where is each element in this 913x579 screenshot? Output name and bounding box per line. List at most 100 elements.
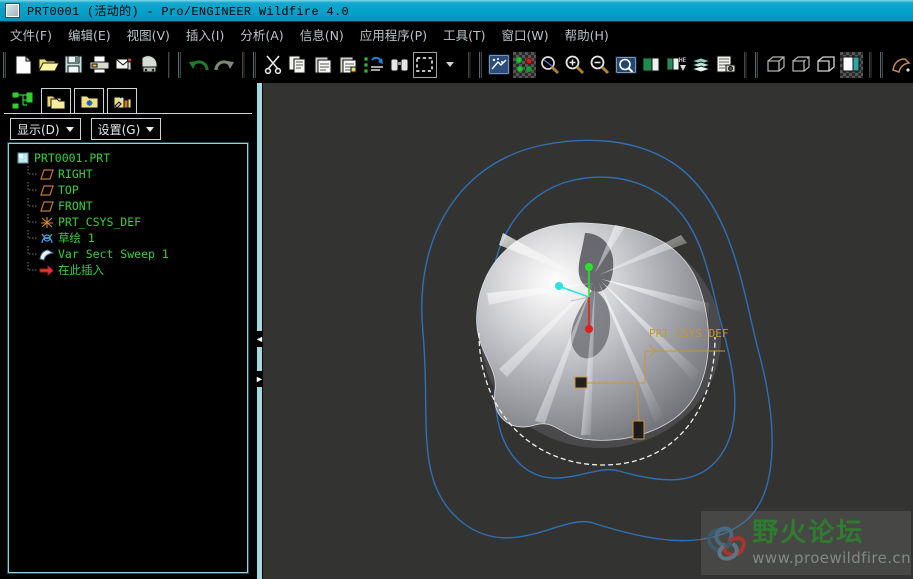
toolbar-separator-2 (241, 51, 245, 78)
datum-plane-icon (39, 199, 54, 213)
tree-item-part[interactable]: PRT0001.PRT (15, 150, 243, 166)
csys-text-label: PRT_CSYS_DEF (649, 327, 729, 340)
tree-item-right[interactable]: RIGHT (15, 166, 243, 182)
model-graphics (421, 139, 773, 542)
model-tree-panel[interactable]: PRT0001.PRT RIGHT TOP FRONT PRT_CSYS_DEF… (8, 143, 248, 573)
tree-label: PRT_CSYS_DEF (58, 215, 142, 229)
tree-item-front[interactable]: FRONT (15, 198, 243, 214)
appearance-button[interactable] (715, 52, 738, 78)
chevron-down-icon (446, 62, 455, 67)
spin-center-button[interactable] (538, 52, 561, 78)
main-toolbar: HE (0, 46, 913, 83)
window-title: PRT0001 (活动的) - Pro/ENGINEER Wildfire 4.… (27, 5, 349, 19)
cut-button[interactable] (261, 52, 284, 78)
menu-analysis[interactable]: 分析(A) (240, 25, 283, 44)
splitter-bar-bottom[interactable] (257, 387, 262, 579)
zoom-out-button[interactable] (589, 52, 612, 78)
tab-model-tree[interactable] (8, 88, 38, 114)
butterfly-logo-icon (707, 526, 746, 561)
sweep-feature-button[interactable] (889, 52, 912, 78)
toolbar-separator-4 (744, 51, 748, 78)
tree-connector (25, 246, 39, 262)
tree-connector (25, 198, 39, 214)
tab-favorites[interactable] (74, 88, 104, 114)
paste-special-button[interactable] (337, 52, 360, 78)
zoom-in-button[interactable] (563, 52, 586, 78)
find-button[interactable] (388, 52, 411, 78)
tree-connector (25, 214, 39, 230)
repaint-button[interactable] (487, 52, 510, 78)
tree-item-sweep[interactable]: Var Sect Sweep 1 (15, 246, 243, 262)
watermark-title: 野火论坛 (752, 517, 865, 548)
paste-button[interactable] (312, 52, 335, 78)
sketch-icon (39, 231, 54, 245)
wireframe-button[interactable] (764, 52, 787, 78)
navigator-splitter[interactable]: ◄ ► (255, 83, 264, 579)
redo-button[interactable] (212, 52, 235, 78)
save-button[interactable] (62, 52, 85, 78)
datum-plane-icon (39, 167, 54, 181)
tree-connector (25, 182, 39, 198)
menu-help[interactable]: 帮助(H) (565, 25, 609, 44)
layers-button[interactable] (690, 52, 713, 78)
menu-window[interactable]: 窗口(W) (501, 25, 548, 44)
tree-connector (25, 230, 39, 246)
tree-connector (25, 262, 39, 278)
svg-text:HE: HE (679, 57, 687, 64)
menu-view[interactable]: 视图(V) (127, 25, 170, 44)
no-hidden-line-button[interactable] (815, 52, 838, 78)
tree-item-insert-here[interactable]: 在此插入 (15, 262, 243, 278)
tree-item-sketch[interactable]: 草绘 1 (15, 230, 243, 246)
navigator-tab-underline (4, 113, 252, 116)
splitter-bar-mid[interactable] (257, 347, 262, 371)
print-button[interactable] (88, 52, 111, 78)
new-file-button[interactable] (12, 52, 35, 78)
menu-insert[interactable]: 插入(I) (186, 25, 224, 44)
tree-label: PRT0001.PRT (34, 151, 111, 165)
navigator-tabs (8, 84, 140, 114)
copy-button[interactable] (287, 52, 310, 78)
menu-edit[interactable]: 编辑(E) (68, 25, 111, 44)
watermark-url: www.proewildfire.cn (752, 548, 911, 567)
splitter-collapse-left-button[interactable]: ◄ (255, 331, 264, 347)
display-menu-button[interactable]: 显示(D) (10, 118, 81, 140)
model-player-button[interactable] (138, 52, 161, 78)
display-menu-label: 显示(D) (17, 122, 60, 137)
tree-item-csys[interactable]: PRT_CSYS_DEF (15, 214, 243, 230)
shading-button[interactable] (839, 51, 864, 78)
splitter-bar-top[interactable] (257, 83, 262, 331)
graphics-viewport[interactable]: PRT_CSYS_DEF 野火论坛 www.proewildfire.cn (263, 83, 913, 579)
toolbar-grip[interactable] (3, 51, 7, 78)
menu-info[interactable]: 信息(N) (300, 25, 344, 44)
toolbar-grip-6[interactable] (880, 51, 884, 78)
title-bar: PRT0001 (活动的) - Pro/ENGINEER Wildfire 4.… (0, 0, 913, 22)
saved-view-button[interactable] (639, 52, 662, 78)
send-mail-button[interactable] (113, 52, 136, 78)
regenerate-button[interactable] (362, 52, 385, 78)
toolbar-grip-4[interactable] (478, 51, 483, 78)
view-manager-button[interactable]: HE (664, 52, 687, 78)
toolbar-grip-2[interactable] (178, 51, 183, 78)
menu-bar: 文件(F) 编辑(E) 视图(V) 插入(I) 分析(A) 信息(N) 应用程序… (0, 23, 913, 45)
tab-connections[interactable] (107, 88, 137, 114)
watermark-text: 野火论坛 www.proewildfire.cn (752, 520, 911, 567)
datum-display-button[interactable] (512, 51, 536, 78)
tree-item-top[interactable]: TOP (15, 182, 243, 198)
select-filter-dropdown[interactable] (439, 52, 462, 78)
open-file-button[interactable] (37, 52, 60, 78)
menu-applications[interactable]: 应用程序(P) (360, 25, 427, 44)
toolbar-grip-5[interactable] (755, 51, 759, 78)
menu-tools[interactable]: 工具(T) (443, 25, 485, 44)
menu-file[interactable]: 文件(F) (10, 25, 52, 44)
undo-button[interactable] (187, 52, 210, 78)
navigator-panel: 显示(D) 设置(G) PRT0001.PRT RIGHT TOP FRONT … (0, 83, 256, 579)
hidden-line-button[interactable] (789, 52, 812, 78)
toolbar-grip-3[interactable] (252, 51, 257, 78)
coord-system-icon (39, 215, 54, 229)
select-tool-button[interactable] (413, 51, 437, 78)
splitter-collapse-right-button[interactable]: ► (255, 371, 264, 387)
settings-menu-button[interactable]: 设置(G) (90, 118, 162, 140)
tab-folder-browser[interactable] (41, 88, 71, 114)
refit-button[interactable] (614, 52, 637, 78)
tree-label: 草绘 1 (58, 231, 95, 245)
